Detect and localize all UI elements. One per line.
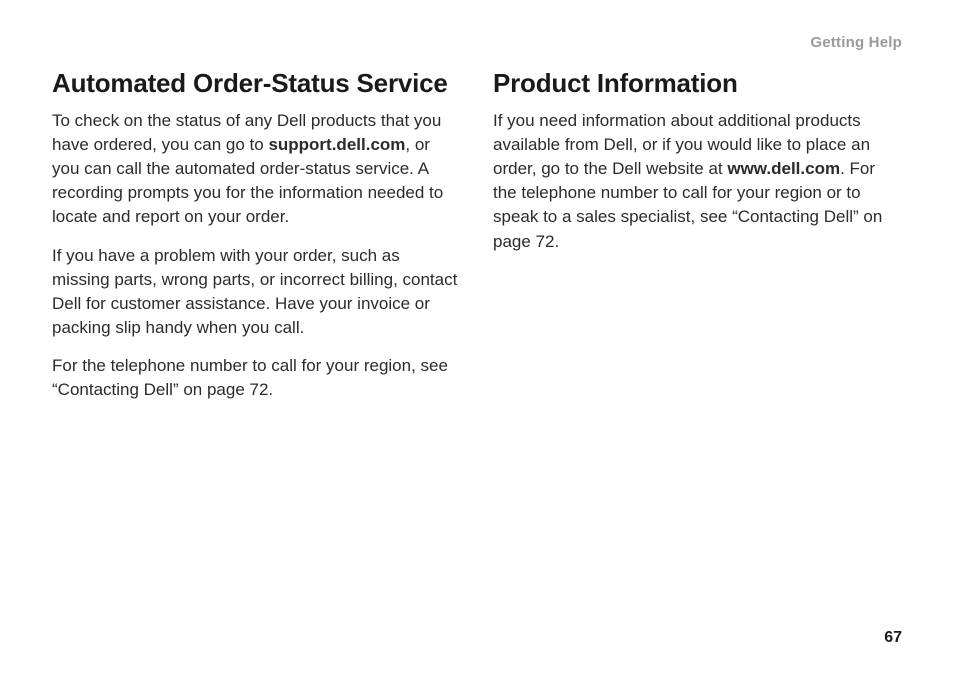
order-status-p2: If you have a problem with your order, s… — [52, 244, 461, 341]
left-column: Automated Order-Status Service To check … — [52, 69, 461, 416]
support-url-bold: support.dell.com — [268, 135, 405, 154]
right-column: Product Information If you need informat… — [493, 69, 902, 416]
product-info-heading: Product Information — [493, 69, 902, 99]
dell-url-bold: www.dell.com — [727, 159, 840, 178]
order-status-heading: Automated Order-Status Service — [52, 69, 461, 99]
two-column-layout: Automated Order-Status Service To check … — [52, 69, 902, 416]
order-status-p3: For the telephone number to call for you… — [52, 354, 461, 402]
running-head: Getting Help — [52, 34, 902, 51]
manual-page: Getting Help Automated Order-Status Serv… — [0, 0, 954, 677]
order-status-p1: To check on the status of any Dell produ… — [52, 109, 461, 230]
product-info-p1: If you need information about additional… — [493, 109, 902, 254]
page-number: 67 — [884, 629, 902, 647]
